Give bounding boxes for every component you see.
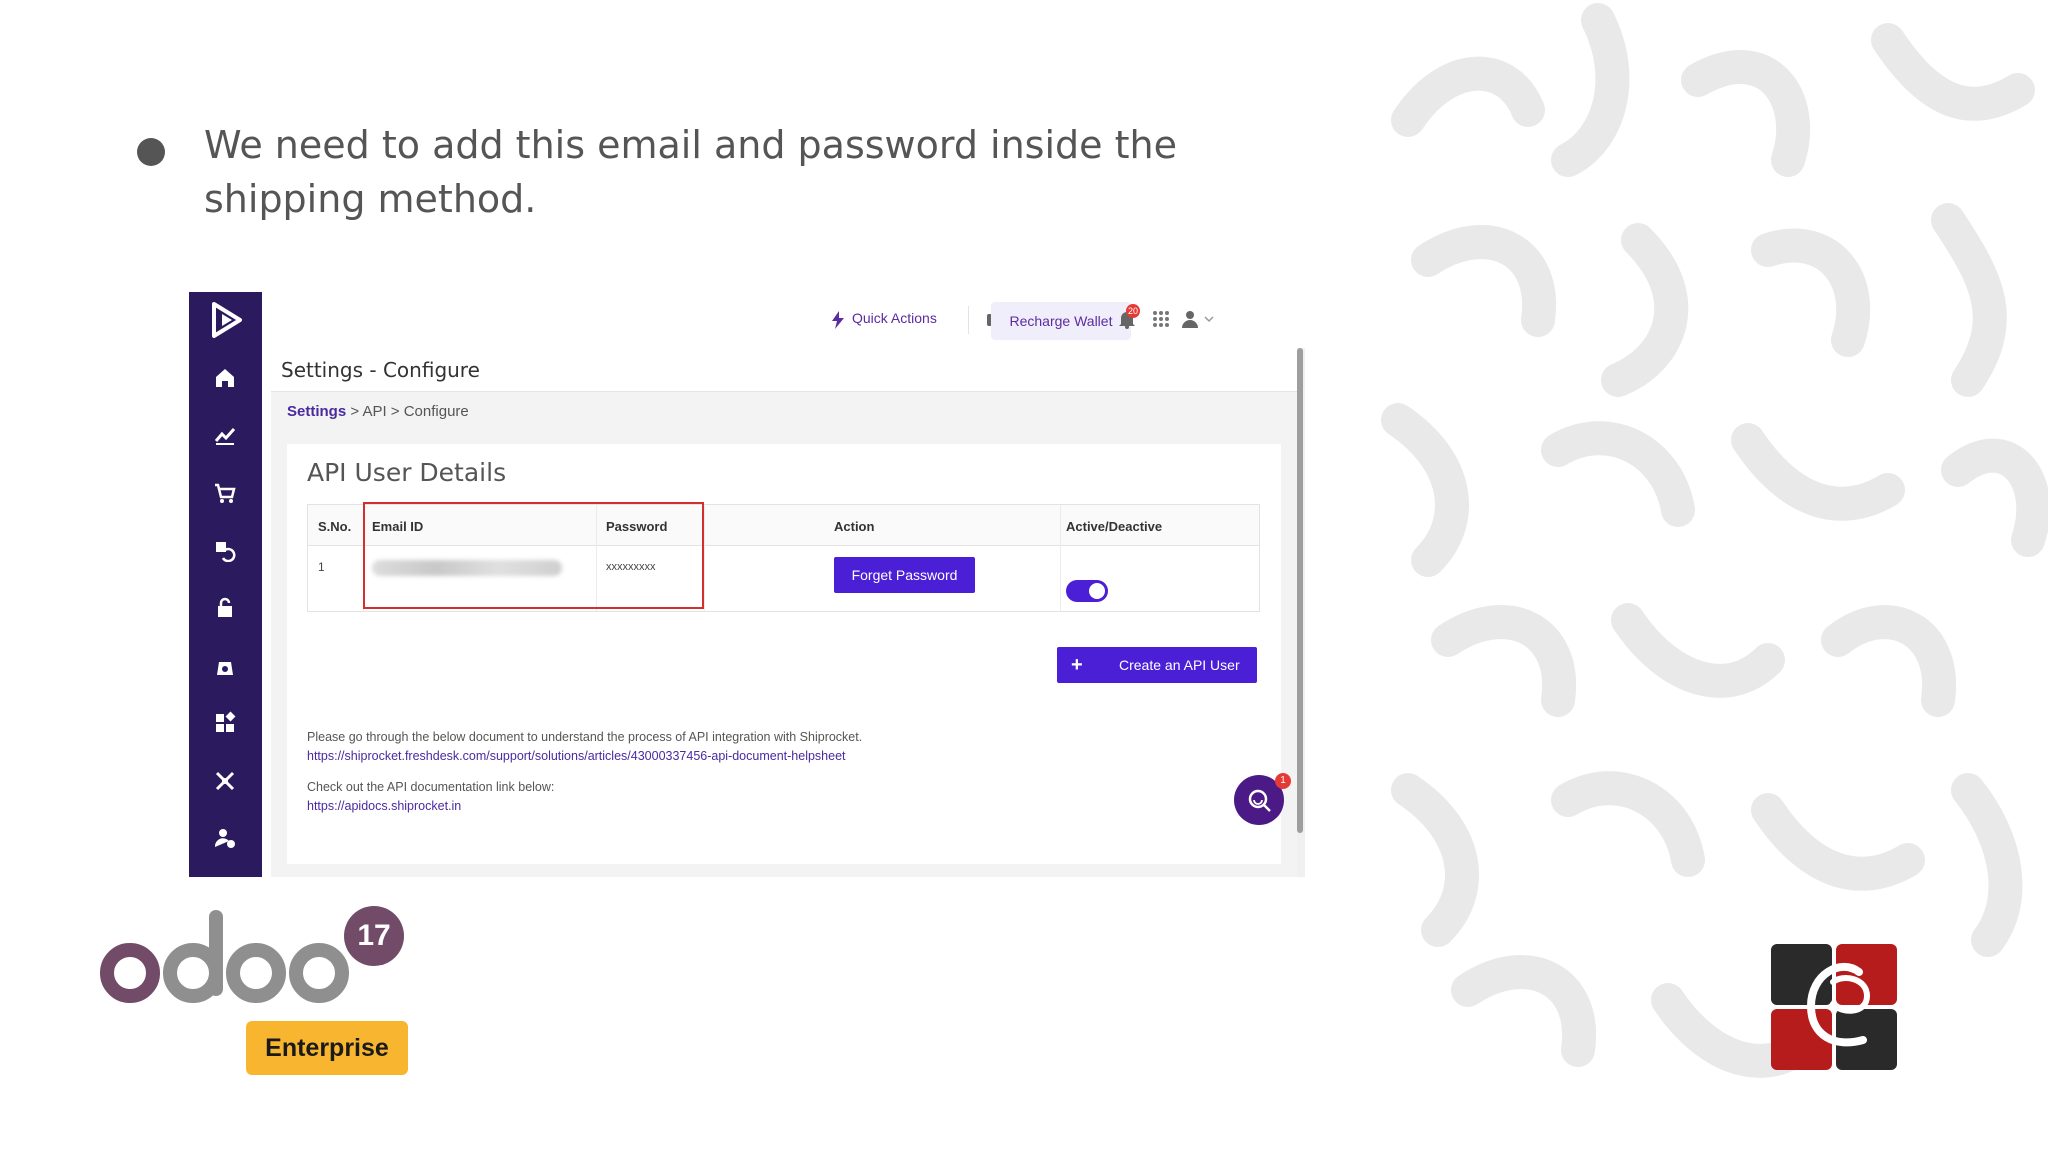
info-text-integration: Please go through the below document to … (307, 730, 863, 744)
helpsheet-link[interactable]: https://shiprocket.freshdesk.com/support… (307, 749, 846, 763)
chevron-down-icon[interactable] (1204, 315, 1214, 323)
quick-actions-link[interactable]: Quick Actions (852, 310, 937, 326)
forget-password-button[interactable]: Forget Password (834, 557, 975, 593)
cybrosys-logo (1771, 944, 1897, 1070)
column-header-action: Action (834, 519, 875, 534)
sidebar (189, 292, 262, 877)
divider (968, 306, 969, 334)
slide-bullet-text: We need to add this email and password i… (204, 123, 1177, 221)
plus-icon: + (1071, 654, 1083, 676)
create-api-user-label: Create an API User (1119, 657, 1240, 673)
breadcrumb-path: > API > Configure (346, 403, 469, 420)
column-header-active: Active/Deactive (1066, 519, 1163, 534)
breadcrumb-settings-link[interactable]: Settings (287, 403, 346, 420)
grid-menu-icon[interactable] (1152, 310, 1170, 328)
enterprise-badge: Enterprise (246, 1021, 408, 1075)
shiprocket-logo-icon (212, 302, 242, 338)
home-icon[interactable] (213, 366, 237, 390)
cart-icon[interactable] (213, 481, 237, 505)
create-api-user-button[interactable]: + Create an API User (1057, 647, 1257, 683)
breadcrumb: Settings > API > Configure (287, 403, 469, 420)
active-toggle[interactable] (1066, 580, 1108, 602)
row-sno: 1 (318, 560, 325, 574)
column-header-sno: S.No. (318, 519, 352, 534)
highlight-box (363, 502, 704, 609)
wallet-bag-icon[interactable] (213, 654, 237, 678)
divider (1060, 505, 1061, 611)
api-docs-link[interactable]: https://apidocs.shiprocket.in (307, 799, 461, 813)
chat-badge: 1 (1275, 773, 1291, 789)
scrollbar[interactable] (1297, 348, 1305, 877)
notification-badge: 20 (1126, 304, 1140, 318)
api-users-table: S.No. Email ID Password Action Active/De… (307, 502, 1260, 612)
page-header: Settings - Configure (271, 348, 1297, 392)
card-title: API User Details (307, 458, 507, 487)
odoo-version-badge: 17 (344, 906, 404, 966)
tools-icon[interactable] (213, 769, 237, 793)
lock-icon[interactable] (213, 596, 237, 620)
analytics-icon[interactable] (213, 423, 237, 447)
user-avatar-icon[interactable] (1180, 309, 1200, 329)
recharge-wallet-button[interactable]: Recharge Wallet (991, 302, 1131, 340)
page-title: Settings - Configure (281, 358, 480, 382)
divider (704, 505, 705, 611)
decorative-pattern (1381, 3, 2048, 1078)
api-user-details-card: API User Details S.No. Email ID Password… (287, 444, 1281, 864)
toggle-knob (1089, 583, 1105, 599)
user-verified-icon[interactable] (213, 826, 237, 850)
returns-icon[interactable] (213, 538, 237, 562)
scrollbar-thumb[interactable] (1297, 348, 1303, 833)
info-text-docs: Check out the API documentation link bel… (307, 780, 555, 794)
lightning-icon (832, 311, 844, 329)
bullet-point-icon (137, 138, 165, 166)
search-chat-icon (1248, 789, 1271, 812)
shiprocket-screenshot: Quick Actions ₹0 Recharge Wallet 20 Sett… (189, 292, 1307, 877)
top-bar: Quick Actions ₹0 Recharge Wallet 20 (262, 292, 1307, 348)
apps-icon[interactable] (213, 711, 237, 735)
